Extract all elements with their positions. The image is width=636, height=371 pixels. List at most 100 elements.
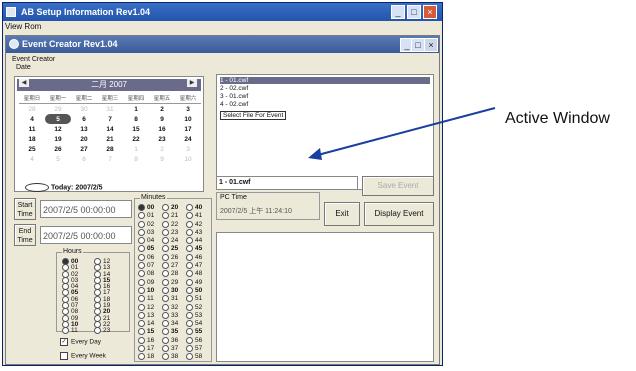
time-radio-option[interactable]: 29 xyxy=(162,278,178,287)
time-radio-option[interactable]: 04 xyxy=(138,237,154,245)
calendar-day[interactable]: 18 xyxy=(19,134,45,144)
end-time-field[interactable]: 2007/2/5 00:00:00 xyxy=(40,226,132,244)
calendar-day[interactable]: 1 xyxy=(123,144,149,154)
time-radio-option[interactable]: 06 xyxy=(138,253,154,262)
calendar-day[interactable]: 23 xyxy=(149,134,175,144)
time-radio-option[interactable]: 28 xyxy=(162,270,178,278)
time-radio-option[interactable]: 43 xyxy=(186,228,202,237)
calendar-day[interactable]: 10 xyxy=(175,114,201,124)
calendar-day[interactable]: 2 xyxy=(149,144,175,154)
time-radio-option[interactable]: 01 xyxy=(138,212,154,220)
time-radio-option[interactable]: 45 xyxy=(186,245,202,253)
time-radio-option[interactable]: 55 xyxy=(186,328,202,336)
minimize-icon[interactable]: _ xyxy=(391,5,405,19)
time-radio-option[interactable]: 51 xyxy=(186,295,202,303)
child-close-icon[interactable]: × xyxy=(424,38,438,52)
calendar-day[interactable]: 6 xyxy=(71,154,97,164)
calendar-day[interactable]: 19 xyxy=(45,134,71,144)
time-radio-option[interactable]: 12 xyxy=(138,303,154,312)
next-month-icon[interactable]: ▶ xyxy=(187,79,197,87)
time-radio-option[interactable]: 32 xyxy=(162,303,178,312)
calendar-day[interactable]: 24 xyxy=(175,134,201,144)
time-radio-option[interactable]: 27 xyxy=(162,262,178,270)
time-radio-option[interactable]: 50 xyxy=(186,286,202,295)
time-radio-option[interactable]: 15 xyxy=(138,328,154,336)
time-radio-option[interactable]: 22 xyxy=(162,220,178,229)
time-radio-option[interactable]: 58 xyxy=(186,353,202,361)
time-radio-option[interactable]: 56 xyxy=(186,336,202,345)
start-time-button[interactable]: Start Time xyxy=(14,198,36,220)
time-radio-option[interactable]: 23 xyxy=(94,327,110,335)
calendar-day[interactable]: 26 xyxy=(45,144,71,154)
calendar-day[interactable]: 14 xyxy=(97,124,123,134)
calendar-day[interactable]: 7 xyxy=(97,114,123,124)
time-radio-option[interactable]: 20 xyxy=(162,204,178,212)
calendar-day[interactable]: 4 xyxy=(19,154,45,164)
time-radio-option[interactable]: 00 xyxy=(138,204,154,212)
calendar-day[interactable]: 29 xyxy=(45,104,71,115)
calendar-day[interactable]: 22 xyxy=(123,134,149,144)
time-radio-option[interactable]: 10 xyxy=(138,286,154,295)
calendar-day[interactable]: 8 xyxy=(123,114,149,124)
calendar-day[interactable]: 4 xyxy=(19,114,45,124)
rules-list-item[interactable]: 2 - 02.cwf xyxy=(220,85,430,92)
calendar-day[interactable]: 7 xyxy=(97,154,123,164)
time-radio-option[interactable]: 03 xyxy=(138,228,154,237)
time-radio-option[interactable]: 48 xyxy=(186,270,202,278)
calendar-day[interactable]: 9 xyxy=(149,154,175,164)
time-radio-option[interactable]: 13 xyxy=(138,311,154,320)
rules-list-item[interactable]: 3 - 01.cwf xyxy=(220,93,430,100)
calendar-day[interactable]: 8 xyxy=(123,154,149,164)
calendar-day[interactable]: 16 xyxy=(149,124,175,134)
time-radio-option[interactable]: 02 xyxy=(138,220,154,229)
calendar-day[interactable]: 31 xyxy=(97,104,123,115)
close-icon[interactable]: × xyxy=(423,5,437,19)
time-radio-option[interactable]: 09 xyxy=(138,278,154,287)
time-radio-option[interactable]: 23 xyxy=(162,228,178,237)
time-radio-option[interactable]: 20 xyxy=(94,308,110,316)
time-radio-option[interactable]: 38 xyxy=(162,353,178,361)
time-radio-option[interactable]: 01 xyxy=(62,264,78,272)
calendar-day[interactable]: 28 xyxy=(97,144,123,154)
time-radio-option[interactable]: 07 xyxy=(138,262,154,270)
time-radio-option[interactable]: 17 xyxy=(138,345,154,353)
time-radio-option[interactable]: 17 xyxy=(94,289,110,297)
time-radio-option[interactable]: 53 xyxy=(186,311,202,320)
calendar-day[interactable]: 27 xyxy=(71,144,97,154)
prev-month-icon[interactable]: ◀ xyxy=(19,79,29,87)
time-radio-option[interactable]: 21 xyxy=(162,212,178,220)
time-radio-option[interactable]: 44 xyxy=(186,237,202,245)
today-indicator[interactable]: Today: 2007/2/5 xyxy=(25,183,103,192)
exit-button[interactable]: Exit xyxy=(324,202,360,226)
calendar-day[interactable]: 3 xyxy=(175,104,201,115)
time-radio-option[interactable]: 08 xyxy=(138,270,154,278)
calendar-day[interactable]: 13 xyxy=(71,124,97,134)
rules-list-item[interactable]: 1 - 01.cwf xyxy=(220,77,430,84)
time-radio-option[interactable]: 47 xyxy=(186,262,202,270)
time-radio-option[interactable]: 40 xyxy=(186,204,202,212)
time-radio-option[interactable]: 52 xyxy=(186,303,202,312)
time-radio-option[interactable]: 16 xyxy=(138,336,154,345)
calendar-day[interactable]: 1 xyxy=(123,104,149,115)
time-radio-option[interactable]: 08 xyxy=(62,308,78,316)
calendar-day[interactable]: 30 xyxy=(71,104,97,115)
time-radio-option[interactable]: 41 xyxy=(186,212,202,220)
end-time-button[interactable]: End Time xyxy=(14,224,36,246)
select-file-link[interactable]: Select File For Event xyxy=(220,111,287,120)
time-radio-option[interactable]: 42 xyxy=(186,220,202,229)
time-radio-option[interactable]: 46 xyxy=(186,253,202,262)
calendar-day[interactable]: 20 xyxy=(71,134,97,144)
time-radio-option[interactable]: 05 xyxy=(138,245,154,253)
calendar-day[interactable]: 11 xyxy=(19,124,45,134)
every-day-checkbox[interactable]: ✓ Every Day xyxy=(60,338,101,346)
time-radio-option[interactable]: 37 xyxy=(162,345,178,353)
time-radio-option[interactable]: 25 xyxy=(162,245,178,253)
time-radio-option[interactable]: 57 xyxy=(186,345,202,353)
calendar-day[interactable]: 5 xyxy=(45,154,71,164)
maximize-icon[interactable]: □ xyxy=(407,5,421,19)
time-radio-option[interactable]: 26 xyxy=(162,253,178,262)
calendar[interactable]: 二月 2007 ◀ ▶ 星期日 星期一 星期二 星期三 星期四 星期五 星期六 28 29 30… xyxy=(14,76,204,192)
time-radio-option[interactable]: 33 xyxy=(162,311,178,320)
menu-view-rom[interactable]: View Rom xyxy=(5,22,41,31)
calendar-day[interactable]: 28 xyxy=(19,104,45,115)
